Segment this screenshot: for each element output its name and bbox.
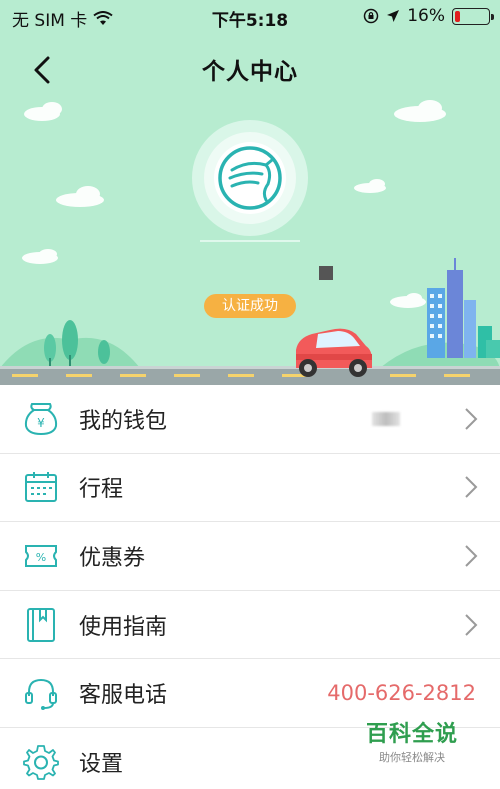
coupon-icon: % <box>25 544 57 567</box>
calendar-icon <box>25 472 57 503</box>
menu-label: 设置 <box>79 752 124 778</box>
redacted-mark <box>319 266 333 280</box>
menu-label: 我的钱包 <box>79 408 168 434</box>
redacted-balance <box>372 411 400 426</box>
menu-item-guide[interactable]: 使用指南 <box>0 591 500 660</box>
profile-header: 无 SIM 卡 下午5:18 16% 个人中心 认证成功 <box>0 0 500 385</box>
battery-level <box>455 10 460 22</box>
menu-item-trips[interactable]: 行程 <box>0 454 500 523</box>
svg-text:¥: ¥ <box>37 416 45 430</box>
watermark-title: 百科全说 <box>365 722 458 747</box>
svg-text:%: % <box>36 551 46 564</box>
menu-item-wallet[interactable]: ¥ 我的钱包 <box>0 385 500 454</box>
chevron-right-icon <box>465 613 478 636</box>
menu-label: 行程 <box>79 477 124 503</box>
status-bar: 无 SIM 卡 下午5:18 16% <box>0 0 500 34</box>
guide-book-icon <box>27 607 55 642</box>
chevron-right-icon <box>465 476 478 499</box>
city-buildings <box>427 258 500 358</box>
headset-icon <box>25 679 57 711</box>
chevron-right-icon <box>465 408 478 430</box>
service-phone-number[interactable]: 400-626-2812 <box>327 681 476 705</box>
location-arrow-icon <box>387 10 400 22</box>
wallet-icon: ¥ <box>24 402 58 435</box>
avatar-ring <box>192 120 308 236</box>
watermark-logo: 百科全说 助你轻松解决 <box>362 716 462 765</box>
menu-label: 使用指南 <box>79 614 168 640</box>
page-title: 个人中心 <box>202 59 298 85</box>
menu-label: 优惠券 <box>79 545 146 571</box>
chevron-right-icon <box>465 545 478 567</box>
menu-item-coupons[interactable]: % 优惠券 <box>0 522 500 591</box>
orientation-lock-icon <box>363 8 379 24</box>
battery-percent: 16% <box>407 6 445 26</box>
gear-icon <box>23 745 59 781</box>
watermark-subtitle: 助你轻松解决 <box>379 751 445 764</box>
verification-badge: 认证成功 <box>204 294 296 318</box>
menu-label: 客服电话 <box>79 683 168 709</box>
battery-icon <box>452 7 494 25</box>
nav-bar: 个人中心 <box>0 40 500 94</box>
